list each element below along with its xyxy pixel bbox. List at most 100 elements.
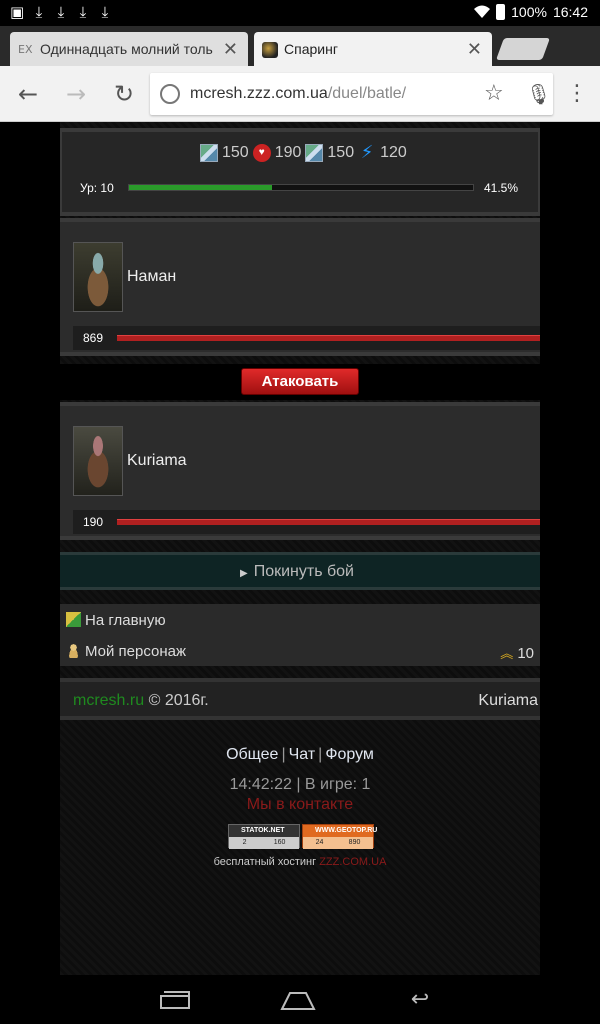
rank-value: 10 — [517, 645, 534, 662]
character-icon — [66, 643, 81, 658]
stat-image-icon — [200, 144, 218, 162]
tab-title: Одиннадцать молний толь — [40, 41, 213, 57]
rank-indicator: ︽ 10 — [500, 643, 534, 662]
stat-energy: 120 — [380, 144, 407, 161]
fighter-hp: 869 — [73, 326, 540, 350]
fighter-name: Наман — [127, 268, 177, 285]
wifi-icon — [474, 5, 491, 18]
download-icon: ⤓ — [101, 3, 109, 21]
stat-value-1: 150 — [222, 144, 249, 161]
separator: | — [281, 746, 286, 763]
stat-value-3: 150 — [327, 144, 355, 161]
fighter-portrait — [73, 242, 123, 312]
reload-icon[interactable]: ↻ — [110, 80, 138, 108]
battery-level: 100% — [511, 4, 547, 20]
footer-username[interactable]: Kuriama — [478, 692, 538, 710]
fighter-hp-bar — [117, 519, 540, 525]
back-arrow-icon[interactable]: ← — [14, 80, 42, 108]
bookmark-star-icon[interactable]: ☆ — [484, 81, 504, 106]
leave-battle-bar: ▶ Покинуть бой — [60, 552, 540, 590]
overflow-menu-icon[interactable]: ⋮ — [566, 80, 588, 108]
leave-battle-link[interactable]: ▶ Покинуть бой — [240, 563, 354, 581]
game-favicon-icon — [262, 42, 278, 58]
separator: | — [318, 746, 323, 763]
globe-icon — [160, 84, 180, 104]
stats-panel: 150 ♥ 190 150 ⚡ 120 Ур: 10 41.5% — [60, 128, 540, 216]
page-content: 150 ♥ 190 150 ⚡ 120 Ур: 10 41.5% Наман 8… — [0, 122, 600, 975]
nav-menu: На главную Мой персонаж ︽ 10 — [60, 604, 540, 666]
image-notification-icon: ▣ — [10, 3, 25, 21]
footer-links: Общее | Чат | Форум — [60, 746, 540, 764]
chat-link[interactable]: Чат — [289, 746, 316, 763]
clock: 16:42 — [552, 4, 588, 20]
battery-icon — [496, 4, 506, 20]
recent-apps-icon[interactable] — [156, 989, 196, 1011]
browser-toolbar: ← → ↻ mcresh.zzz.com.ua/duel/batle/ ☆ 🎙 … — [0, 66, 600, 122]
counter-title: STATOK.NET — [241, 827, 285, 834]
leave-battle-label: Покинуть бой — [253, 563, 354, 580]
new-tab-button[interactable] — [495, 38, 551, 60]
close-tab-icon[interactable]: ✕ — [467, 39, 482, 60]
counter-value: 890 — [348, 839, 361, 846]
server-time-online: 14:42:22 | В игре: 1 — [229, 776, 371, 793]
tab-active[interactable]: Спаринг ✕ — [254, 32, 492, 66]
download-icon: ⤓ — [79, 3, 87, 21]
site-link[interactable]: mcresh.ru — [73, 692, 144, 709]
notification-icons: ▣ ⤓ ⤓ ⤓ ⤓ — [10, 4, 112, 20]
menu-character-link[interactable]: Мой персонаж — [66, 643, 186, 660]
fighter-card-player: Kuriama 190 — [60, 402, 540, 540]
statok-counter[interactable]: STATOK.NET 2 160 — [228, 824, 300, 849]
level-label: Ур: 10 — [80, 181, 114, 195]
attack-button[interactable]: Атаковать — [241, 368, 359, 395]
heart-icon: ♥ — [252, 144, 271, 162]
fighter-hp-bar — [117, 335, 540, 341]
xp-percent: 41.5% — [484, 181, 519, 195]
counter-value: 24 — [315, 839, 324, 846]
xp-progress-fill — [129, 185, 272, 190]
forward-arrow-icon[interactable]: → — [62, 80, 90, 108]
menu-home-link[interactable]: На главную — [66, 612, 166, 629]
tab-strip: EX Одиннадцать молний толь ✕ Спаринг ✕ — [0, 26, 600, 66]
url-text[interactable]: mcresh.zzz.com.ua/duel/batle/ — [190, 85, 406, 103]
home-flag-icon — [66, 612, 81, 627]
hosting-text: бесплатный хостинг — [213, 856, 317, 868]
download-icon: ⤓ — [35, 3, 43, 21]
play-arrow-icon: ▶ — [240, 568, 248, 579]
fighter-hp-value: 190 — [83, 515, 104, 529]
lightning-icon: ⚡ — [360, 142, 374, 163]
system-nav-bar: ↩ — [0, 975, 600, 1024]
address-bar[interactable]: mcresh.zzz.com.ua/duel/batle/ ☆ 🎙 — [150, 73, 553, 115]
hosting-credit: бесплатный хостинг ZZZ.COM.UA — [60, 856, 540, 868]
counters: STATOK.NET 2 160 WWW.GEOTOP.RU 24 890 — [228, 824, 378, 849]
close-tab-icon[interactable]: ✕ — [223, 39, 238, 60]
fighter-hp: 190 — [73, 510, 540, 534]
tab-inactive[interactable]: EX Одиннадцать молний толь ✕ — [10, 32, 248, 66]
stat-image-icon — [305, 144, 324, 162]
geotop-counter[interactable]: WWW.GEOTOP.RU 24 890 — [302, 824, 378, 849]
home-icon[interactable] — [278, 989, 318, 1011]
counter-title: WWW.GEOTOP.RU — [315, 827, 378, 834]
back-icon[interactable]: ↩ — [400, 989, 440, 1011]
tab-title: Спаринг — [284, 41, 338, 57]
attack-area: Атаковать — [60, 364, 540, 400]
hosting-brand-link[interactable]: ZZZ.COM.UA — [319, 856, 386, 868]
microphone-icon[interactable]: 🎙 — [526, 82, 551, 106]
forum-link[interactable]: Форум — [325, 746, 374, 763]
fighter-portrait — [73, 426, 123, 496]
copyright: © 2016г. — [148, 692, 209, 709]
download-icon: ⤓ — [57, 3, 65, 21]
fighter-name: Kuriama — [127, 452, 187, 469]
fighter-hp-value: 869 — [83, 331, 104, 345]
counter-value: 2 — [242, 839, 247, 846]
fighter-card-opponent: Наман 869 — [60, 218, 540, 356]
general-link[interactable]: Общее — [226, 746, 278, 763]
status-right: 100% 16:42 — [474, 4, 588, 20]
menu-character-label: Мой персонаж — [85, 643, 187, 660]
vk-link[interactable]: Мы в контакте — [60, 796, 540, 814]
ex-favicon-icon: EX — [18, 43, 33, 56]
url-path: /duel/batle/ — [327, 85, 407, 102]
menu-home-label: На главную — [85, 612, 166, 629]
counter-values: 24 890 — [303, 837, 373, 849]
counter-values: 2 160 — [229, 837, 299, 849]
counter-value: 160 — [273, 839, 286, 846]
